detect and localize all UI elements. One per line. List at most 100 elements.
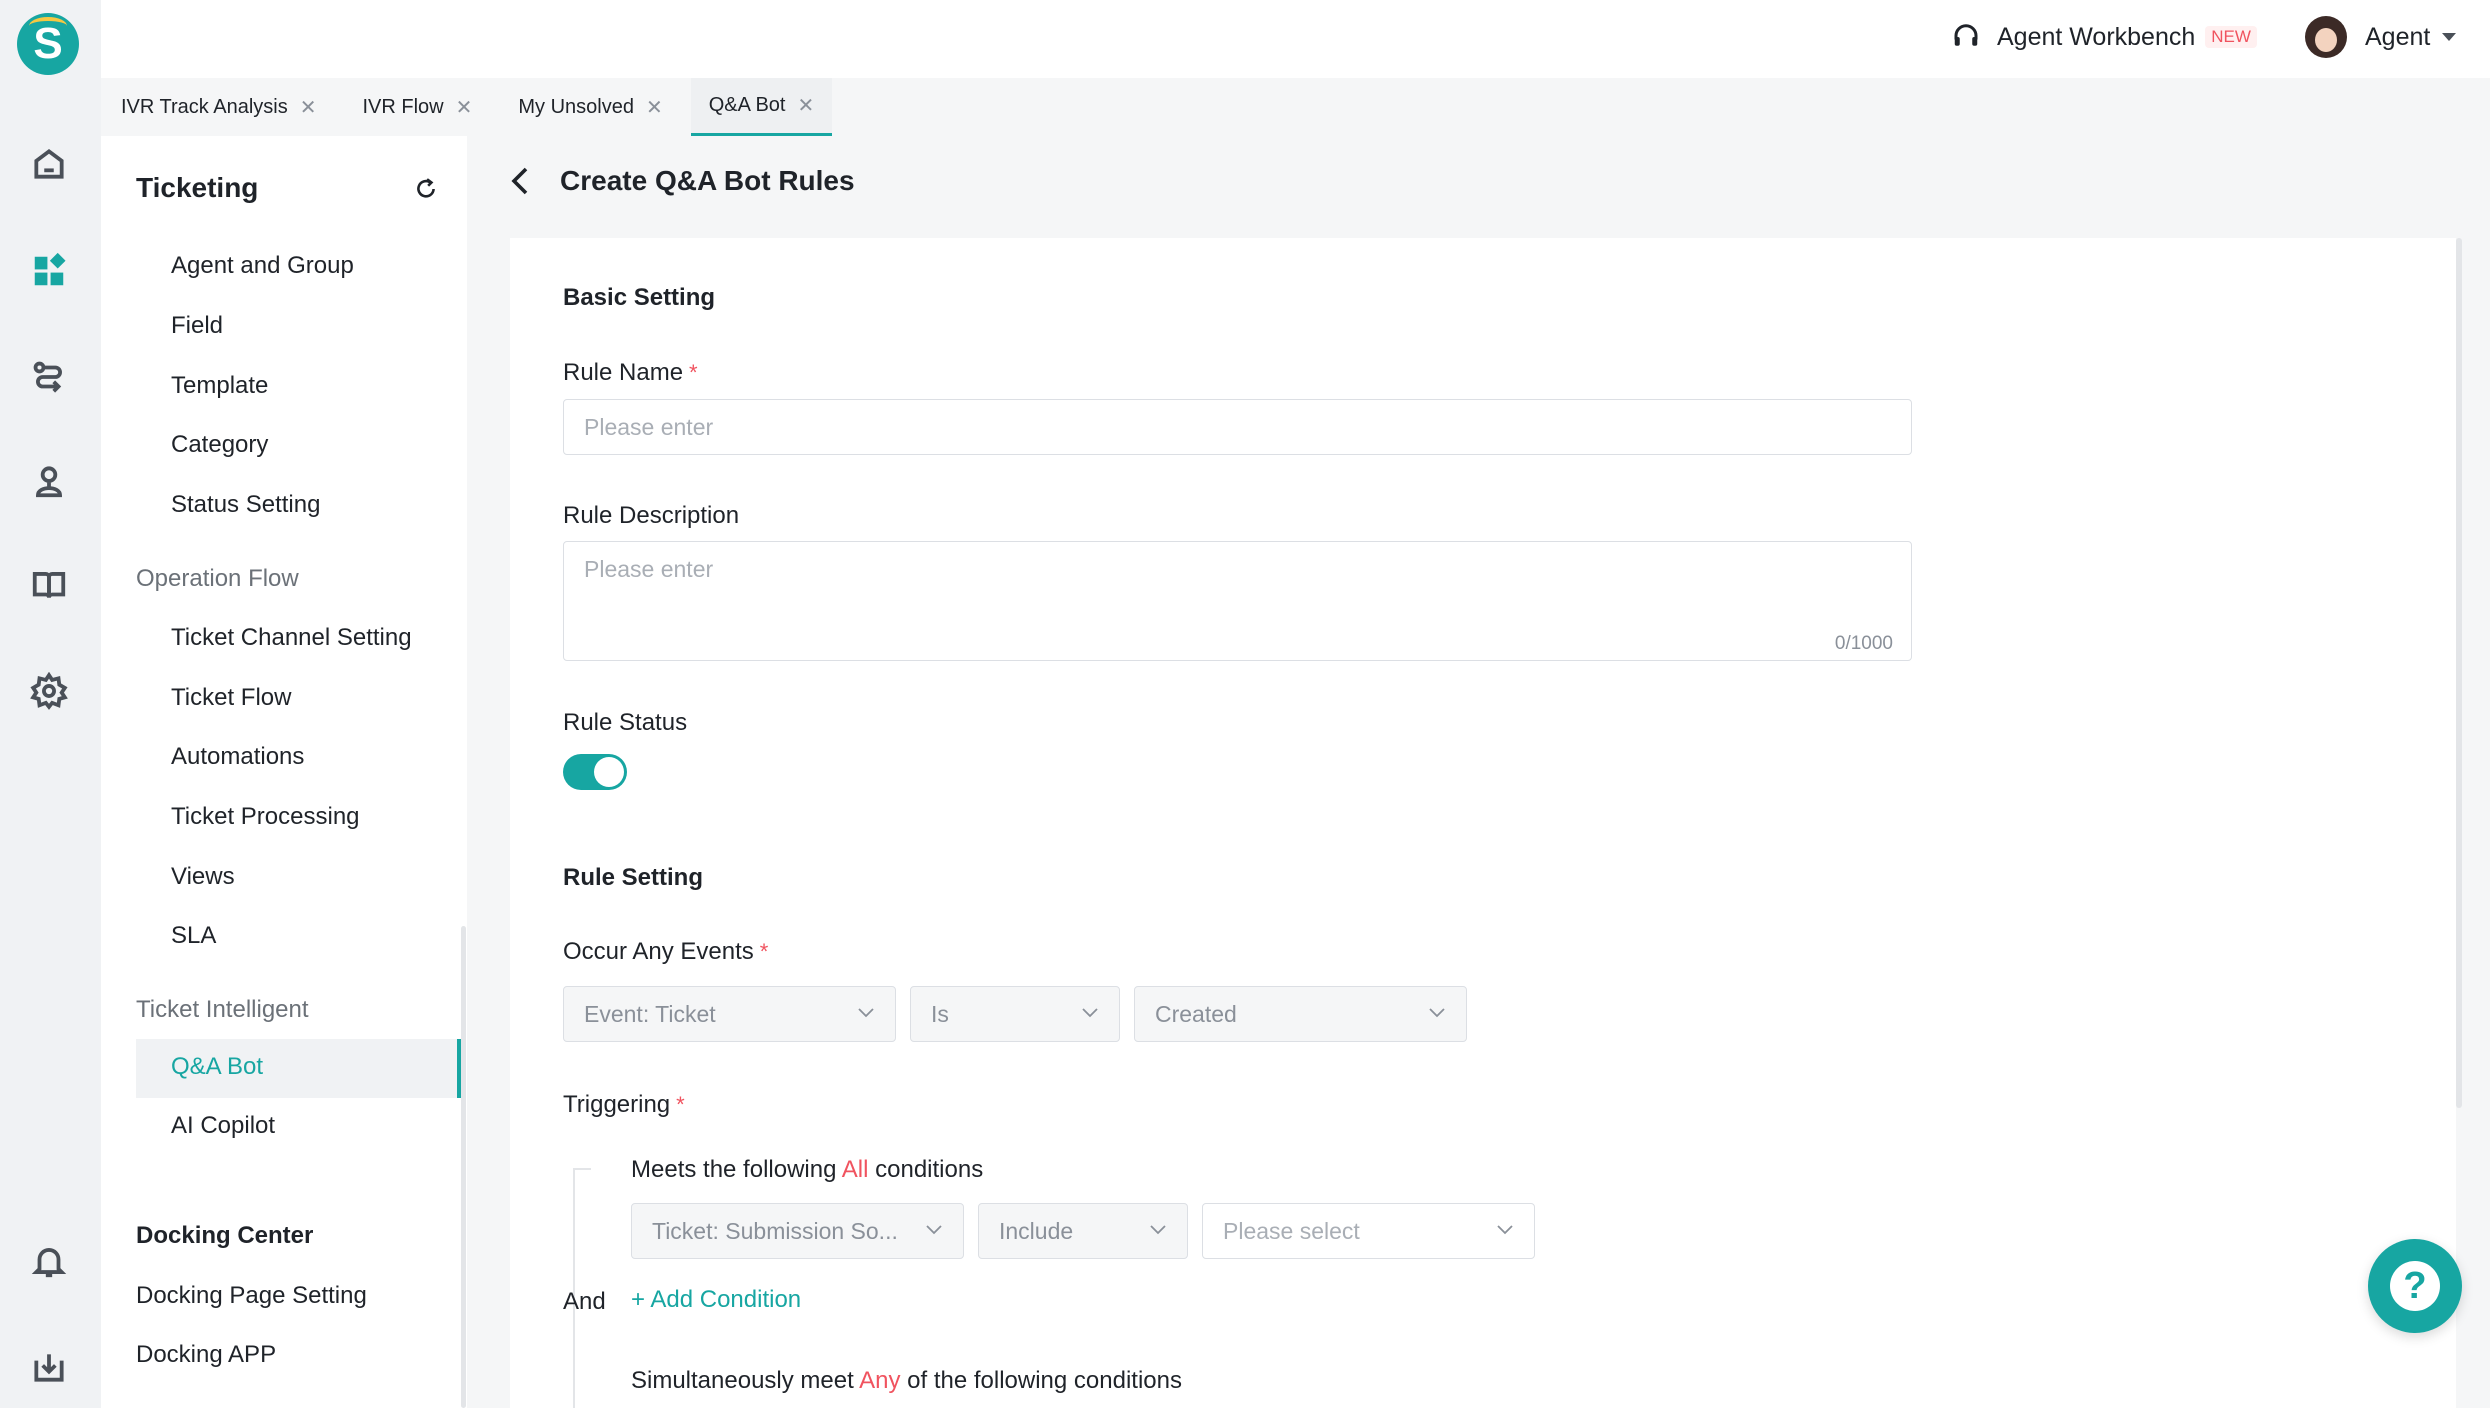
app-logo[interactable]: S [17,13,79,75]
sidebar-group-operation-flow[interactable]: Operation Flow [136,565,299,593]
sidebar-item-category[interactable]: Category [171,431,268,459]
condition-value-placeholder: Please select [1223,1218,1360,1244]
sidebar-group-docking-center[interactable]: Docking Center [136,1222,313,1250]
user-icon[interactable] [28,460,70,502]
sidebar-item-label: Q&A Bot [171,1053,264,1080]
headset-icon [1954,24,1978,46]
sidebar-item-qa-bot[interactable]: Q&A Bot [136,1039,461,1098]
chevron-down-icon [1497,1225,1513,1235]
sidebar-item-template[interactable]: Template [171,372,268,400]
close-icon[interactable]: ✕ [646,95,663,120]
sidebar-item-sla[interactable]: SLA [171,922,216,950]
meets-all-conditions-text: Meets the following All conditions [631,1156,983,1184]
avatar [2305,16,2347,58]
meets-all-keyword[interactable]: All [842,1156,869,1183]
required-mark: * [676,1092,685,1117]
refresh-icon[interactable] [413,176,439,202]
required-mark: * [759,939,769,964]
sidebar-item-docking-app[interactable]: Docking APP [136,1341,276,1369]
tab-ivr-flow[interactable]: IVR Flow ✕ [362,78,486,136]
tab-label: IVR Flow [362,95,444,118]
sidebar-item-views[interactable]: Views [171,863,235,891]
required-mark: * [689,360,698,385]
tab-my-unsolved[interactable]: My Unsolved ✕ [518,78,676,136]
condition-operator-value: Include [999,1218,1074,1244]
close-icon[interactable]: ✕ [300,95,317,120]
chevron-down-icon [1150,1225,1166,1235]
page-header: Create Q&A Bot Rules [510,165,855,197]
tab-label: Q&A Bot [708,94,786,116]
page-title: Create Q&A Bot Rules [560,165,855,196]
settings-gear-icon[interactable] [28,670,70,712]
event-operator-value: Is [931,1001,949,1027]
caret-down-icon [2442,33,2457,41]
flow-icon[interactable] [28,356,70,398]
event-type-select[interactable]: Event: Ticket [563,986,896,1042]
condition-value-select[interactable]: Please select [1202,1203,1535,1259]
simul-any-keyword[interactable]: Any [859,1367,900,1394]
and-label: And [563,1288,606,1315]
sidebar-item-agent-and-group[interactable]: Agent and Group [171,252,354,280]
sidebar-item-ticket-processing[interactable]: Ticket Processing [171,803,360,831]
settings-sidebar: Ticketing Agent and Group Field Template… [101,136,467,1408]
rule-status-label: Rule Status [563,709,688,736]
tab-bar: IVR Track Analysis ✕ IVR Flow ✕ My Unsol… [101,78,2490,136]
add-condition-button[interactable]: + Add Condition [631,1286,801,1314]
condition-operator-select[interactable]: Include [978,1203,1188,1259]
tab-qa-bot[interactable]: Q&A Bot ✕ [690,78,833,136]
rule-name-label-text: Rule Name [563,359,684,386]
download-icon[interactable] [28,1346,70,1388]
condition-field-select[interactable]: Ticket: Submission So... [631,1203,964,1259]
condition-field-value: Ticket: Submission So... [652,1218,898,1244]
simul-suffix: of the following conditions [900,1367,1182,1394]
sidebar-title: Ticketing [136,172,259,203]
rule-status-toggle[interactable] [563,754,627,790]
nav-rail: S [0,0,101,1408]
home-icon[interactable] [28,143,70,185]
rule-form-card: Basic Setting Rule Name * Please enter Ru… [510,238,2456,1408]
event-operator-select[interactable]: Is [910,986,1120,1042]
simultaneous-any-conditions-text: Simultaneously meet Any of the following… [631,1367,1182,1395]
help-button[interactable]: ? [2368,1239,2462,1333]
close-icon[interactable]: ✕ [456,95,473,120]
sidebar-scrollbar[interactable] [461,926,466,1408]
close-icon[interactable]: ✕ [797,93,814,118]
event-value-select[interactable]: Created [1134,986,1467,1042]
meets-suffix: conditions [868,1156,984,1183]
sidebar-item-field[interactable]: Field [171,312,223,340]
agent-workbench-link[interactable]: Agent Workbench NEW [1951,22,2257,52]
new-badge: NEW [2205,26,2257,48]
tab-ivr-track-analysis[interactable]: IVR Track Analysis ✕ [121,78,330,136]
sidebar-item-docking-page-setting[interactable]: Docking Page Setting [136,1282,367,1310]
chevron-down-icon [1082,1008,1098,1018]
rule-name-label: Rule Name * [563,359,698,387]
apps-icon[interactable] [28,250,70,292]
rule-description-textarea[interactable]: Please enter 0/1000 [563,541,1912,661]
condition-tree-branch [573,1168,591,1170]
section-title-rule-setting: Rule Setting [563,864,704,891]
rule-description-placeholder: Please enter [584,556,714,582]
sidebar-item-status-setting[interactable]: Status Setting [171,491,320,519]
triggering-label-text: Triggering [563,1091,671,1118]
agent-menu[interactable]: Agent [2305,16,2457,58]
chevron-down-icon [1429,1008,1445,1018]
meets-prefix: Meets the following [631,1156,842,1183]
agent-workbench-label: Agent Workbench [1997,22,2196,51]
rule-name-input[interactable]: Please enter [563,399,1912,455]
section-title-basic-setting: Basic Setting [563,284,716,311]
back-arrow-icon[interactable] [510,166,530,196]
sidebar-item-ticket-flow[interactable]: Ticket Flow [171,684,291,712]
bell-icon[interactable] [28,1240,70,1282]
agent-name: Agent [2365,22,2431,51]
sidebar-item-ai-copilot[interactable]: AI Copilot [171,1112,275,1140]
sidebar-item-ticket-channel-setting[interactable]: Ticket Channel Setting [171,624,412,652]
event-type-value: Event: Ticket [584,1001,716,1027]
sidebar-item-automations[interactable]: Automations [171,743,304,771]
knowledge-book-icon[interactable] [28,564,70,606]
rule-description-label: Rule Description [563,502,740,529]
tab-label: My Unsolved [518,95,634,118]
triggering-label: Triggering * [563,1091,685,1119]
main-scrollbar[interactable] [2456,238,2462,1108]
chevron-down-icon [858,1008,874,1018]
sidebar-group-ticket-intelligent[interactable]: Ticket Intelligent [136,996,309,1024]
